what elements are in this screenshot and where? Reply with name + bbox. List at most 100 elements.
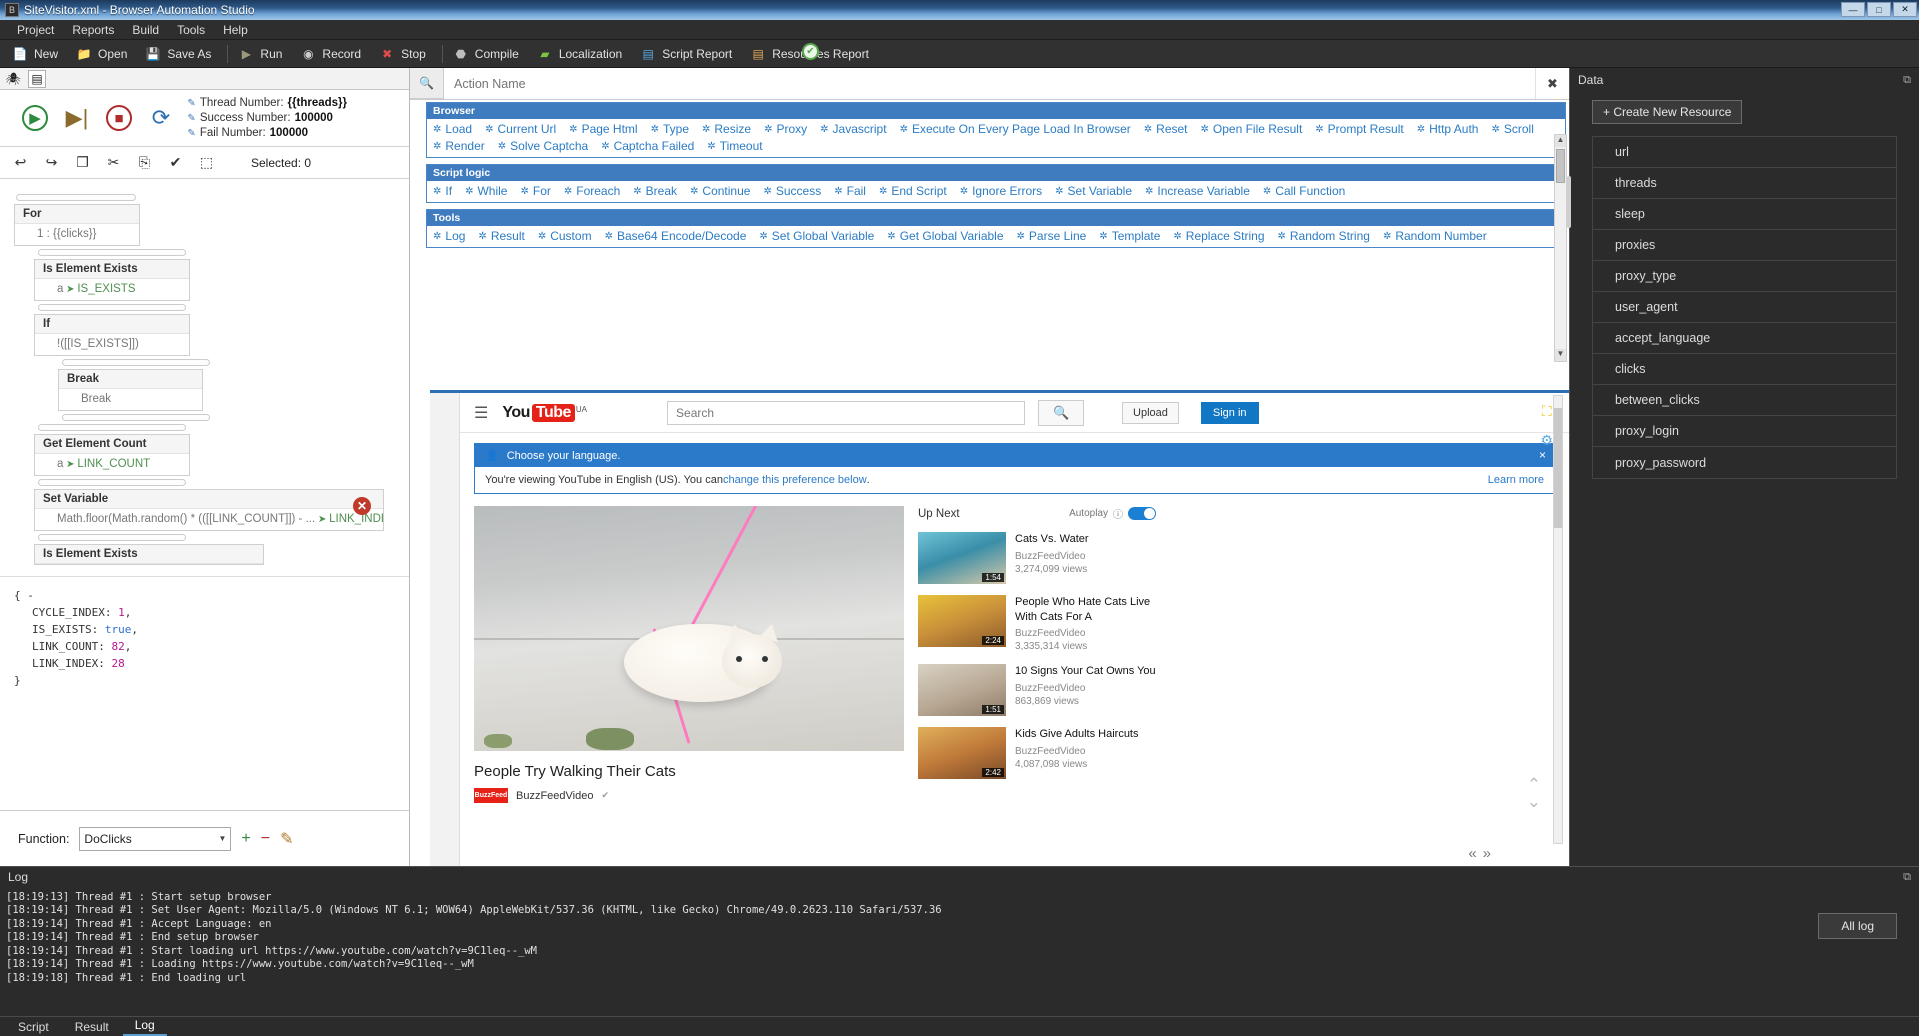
video-title[interactable]: Cats Vs. Water (1015, 532, 1089, 547)
edit-pencil-icon[interactable]: ✎ (187, 113, 195, 124)
nav-prev-icon[interactable]: « (1468, 845, 1476, 862)
action-result[interactable]: ✲ Result (478, 229, 524, 243)
toolbar-localization-button[interactable]: ▰ Localization (531, 44, 634, 64)
toolbar-stop-button[interactable]: ✖ Stop (373, 44, 438, 64)
script-node[interactable]: Is Element Exists a ➤ IS_EXISTS (34, 259, 190, 301)
resource-row-accept_language[interactable]: accept_language (1593, 323, 1896, 354)
pin-icon[interactable]: ⧉ (1903, 74, 1911, 87)
nav-next-icon[interactable]: » (1483, 845, 1491, 862)
create-new-resource-button[interactable]: + Create New Resource (1592, 100, 1743, 124)
youtube-search-input[interactable]: Search (667, 400, 1026, 425)
resource-row-proxy_login[interactable]: proxy_login (1593, 416, 1896, 447)
scroll-chevrons[interactable]: ⌃ ⌄ (1527, 776, 1541, 810)
menu-item-tools[interactable]: Tools (168, 21, 214, 39)
stop-icon[interactable]: ■ (106, 105, 132, 131)
action-open-file-result[interactable]: ✲ Open File Result (1201, 122, 1303, 136)
restart-icon[interactable]: ⟳ (148, 105, 174, 131)
minimize-button[interactable]: — (1841, 2, 1865, 17)
window-controls[interactable]: — □ ✕ (1841, 2, 1917, 17)
action-render[interactable]: ✲ Render (433, 139, 485, 153)
action-while[interactable]: ✲ While (465, 184, 507, 198)
page-scrollbar[interactable] (1553, 395, 1563, 844)
copy-icon[interactable]: ❐ (74, 154, 91, 171)
video-thumbnail[interactable]: 1:51 (918, 664, 1006, 717)
bottom-tab-script[interactable]: Script (6, 1018, 61, 1036)
action-foreach[interactable]: ✲ Foreach (564, 184, 620, 198)
resource-row-proxy_password[interactable]: proxy_password (1593, 447, 1896, 478)
json-open[interactable]: { - (14, 587, 409, 604)
action-random-string[interactable]: ✲ Random String (1278, 229, 1370, 243)
scroll-thumb[interactable] (1554, 408, 1562, 528)
video-thumbnail[interactable] (474, 506, 904, 751)
menu-item-reports[interactable]: Reports (63, 21, 123, 39)
scroll-down-icon[interactable]: ▼ (1555, 349, 1566, 361)
bottom-tab-log[interactable]: Log (122, 1016, 167, 1036)
scroll-up-icon[interactable]: ▲ (1555, 135, 1566, 147)
toolbar-record-button[interactable]: ◉ Record (294, 44, 373, 64)
script-node[interactable]: Break Break (58, 369, 203, 411)
action-timeout[interactable]: ✲ Timeout (707, 139, 762, 153)
action-continue[interactable]: ✲ Continue (690, 184, 750, 198)
toolbar-run-button[interactable]: ▶ Run (232, 44, 294, 64)
action-current-url[interactable]: ✲ Current Url (485, 122, 556, 136)
action-template[interactable]: ✲ Template (1099, 229, 1160, 243)
toolbar-new-button[interactable]: 📄 New (6, 44, 70, 64)
action-search-input[interactable] (444, 68, 1535, 99)
action-end-script[interactable]: ✲ End Script (879, 184, 947, 198)
check-icon[interactable]: ✔ (167, 154, 184, 171)
video-title[interactable]: Kids Give Adults Haircuts (1015, 727, 1139, 742)
run-icon[interactable]: ▶ (22, 105, 48, 131)
action-for[interactable]: ✲ For (520, 184, 550, 198)
select-all-icon[interactable]: ⬚ (198, 154, 215, 171)
action-solve-captcha[interactable]: ✲ Solve Captcha (498, 139, 588, 153)
info-icon[interactable]: ⓘ (1113, 506, 1123, 521)
script-node[interactable]: Is Element Exists (34, 544, 264, 565)
action-http-auth[interactable]: ✲ Http Auth (1417, 122, 1479, 136)
delete-node-button[interactable]: ✕ (353, 497, 371, 515)
bottom-tab-result[interactable]: Result (63, 1018, 121, 1036)
action-javascript[interactable]: ✲ Javascript (820, 122, 886, 136)
up-next-item[interactable]: 1:51 10 Signs Your Cat Owns You BuzzFeedVi… (918, 664, 1156, 717)
menu-item-help[interactable]: Help (214, 21, 257, 39)
add-function-button[interactable]: + (241, 830, 250, 848)
video-title[interactable]: People Who Hate Cats Live With Cats For … (1015, 595, 1156, 624)
change-preference-link[interactable]: change this preference below (723, 474, 867, 486)
action-custom[interactable]: ✲ Custom (538, 229, 592, 243)
action-load[interactable]: ✲ Load (433, 122, 472, 136)
toolbar-save-as-button[interactable]: 💾 Save As (139, 44, 223, 64)
drop-slot[interactable] (62, 359, 210, 366)
step-icon[interactable]: ▶| (64, 105, 90, 131)
drop-slot[interactable] (38, 534, 186, 541)
up-next-item[interactable]: 2:42 Kids Give Adults Haircuts BuzzFeedVid… (918, 727, 1156, 780)
action-reset[interactable]: ✲ Reset (1144, 122, 1188, 136)
chevron-down-icon[interactable]: ⌄ (1527, 793, 1541, 810)
action-parse-line[interactable]: ✲ Parse Line (1017, 229, 1087, 243)
signin-button[interactable]: Sign in (1200, 401, 1259, 424)
video-thumbnail[interactable]: 2:42 (918, 727, 1006, 780)
scroll-thumb[interactable] (1556, 149, 1565, 183)
up-next-item[interactable]: 2:24 People Who Hate Cats Live With Cats … (918, 595, 1156, 653)
script-node[interactable]: Set Variable Math.floor(Math.random() * (… (34, 489, 384, 531)
edit-pencil-icon[interactable]: ✎ (187, 98, 195, 109)
script-node[interactable]: If !([[IS_EXISTS]]) (34, 314, 190, 356)
action-success[interactable]: ✲ Success (763, 184, 821, 198)
channel-name[interactable]: BuzzFeedVideo (516, 790, 593, 802)
remove-function-button[interactable]: − (261, 830, 270, 848)
resource-row-between_clicks[interactable]: between_clicks (1593, 385, 1896, 416)
action-scroll[interactable]: ✲ Scroll (1491, 122, 1533, 136)
drop-slot[interactable] (38, 249, 186, 256)
drop-slot[interactable] (62, 414, 210, 421)
toolbar-open-button[interactable]: 📁 Open (70, 44, 139, 64)
collapse-icon[interactable]: ⧉ (1903, 871, 1911, 884)
action-proxy[interactable]: ✲ Proxy (764, 122, 807, 136)
edit-function-button[interactable]: ✎ (280, 829, 293, 849)
resource-row-url[interactable]: url (1593, 137, 1896, 168)
video-channel[interactable]: BuzzFeedVideo (1015, 550, 1089, 563)
settings-tool-icon[interactable]: ⚙ (1540, 432, 1553, 449)
video-channel[interactable]: BuzzFeedVideo (1015, 682, 1156, 695)
video-thumbnail[interactable]: 1:54 (918, 532, 1006, 584)
maximize-tool-icon[interactable]: ⛶ (1542, 403, 1552, 420)
paste-icon[interactable]: ⎘ (136, 154, 153, 171)
action-increase-variable[interactable]: ✲ Increase Variable (1145, 184, 1250, 198)
toolbar-script-report-button[interactable]: ▤ Script Report (634, 44, 744, 64)
